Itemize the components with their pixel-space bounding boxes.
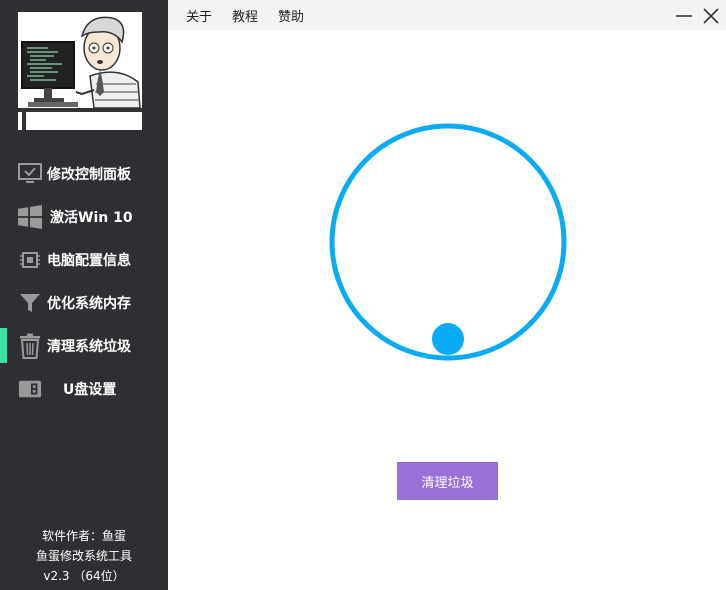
sidebar-item-label: 优化系统内存 xyxy=(47,296,131,312)
close-icon[interactable] xyxy=(701,6,721,26)
sidebar-item-label: 修改控制面板 xyxy=(47,167,131,183)
menu-item-sponsor[interactable]: 赞助 xyxy=(268,0,314,30)
windows-logo-icon xyxy=(18,205,42,229)
sidebar-nav: 修改控制面板 激活Win 10 电脑配置信息 优化系统内存 清理系统垃圾 U盘设… xyxy=(0,152,168,410)
clean-junk-button[interactable]: 清理垃圾 xyxy=(397,462,498,500)
sidebar-item-optimize-memory[interactable]: 优化系统内存 xyxy=(0,281,168,324)
sidebar-item-hardware-info[interactable]: 电脑配置信息 xyxy=(0,238,168,281)
menu-item-about[interactable]: 关于 xyxy=(176,0,222,30)
cleanup-progress-ring xyxy=(329,123,567,361)
sidebar-item-label: U盘设置 xyxy=(63,382,117,398)
menu: 关于 教程 赞助 xyxy=(176,0,314,30)
chip-icon xyxy=(18,248,42,272)
usb-drive-icon xyxy=(18,377,42,401)
menubar: 关于 教程 赞助 xyxy=(168,0,726,30)
version-text: v2.3 （64位） xyxy=(43,569,125,583)
sidebar: 修改控制面板 激活Win 10 电脑配置信息 优化系统内存 清理系统垃圾 U盘设… xyxy=(0,0,168,590)
progress-dot xyxy=(432,323,464,355)
minimize-icon[interactable] xyxy=(674,6,694,26)
sidebar-item-clean-junk[interactable]: 清理系统垃圾 xyxy=(0,324,168,367)
sidebar-item-activate-win10[interactable]: 激活Win 10 xyxy=(0,195,168,238)
funnel-icon xyxy=(18,291,42,315)
sidebar-item-usb-settings[interactable]: U盘设置 xyxy=(0,367,168,410)
trash-icon xyxy=(18,333,42,359)
sidebar-item-label: 清理系统垃圾 xyxy=(47,339,131,355)
app-window: 修改控制面板 激活Win 10 电脑配置信息 优化系统内存 清理系统垃圾 U盘设… xyxy=(0,0,726,590)
sidebar-item-label: 激活Win 10 xyxy=(50,210,133,226)
main-panel: 清理垃圾 xyxy=(168,30,726,590)
author-text: 软件作者：鱼蛋 xyxy=(41,529,126,543)
active-indicator xyxy=(0,328,7,363)
developer-cartoon-logo xyxy=(18,12,142,130)
app-name-text: 鱼蛋修改系统工具 xyxy=(35,549,132,563)
menu-item-tutorial[interactable]: 教程 xyxy=(222,0,268,30)
monitor-check-icon xyxy=(18,162,42,186)
sidebar-item-label: 电脑配置信息 xyxy=(47,253,131,269)
sidebar-item-control-panel[interactable]: 修改控制面板 xyxy=(0,152,168,195)
credits: 软件作者：鱼蛋 鱼蛋修改系统工具 v2.3 （64位） xyxy=(0,526,168,586)
